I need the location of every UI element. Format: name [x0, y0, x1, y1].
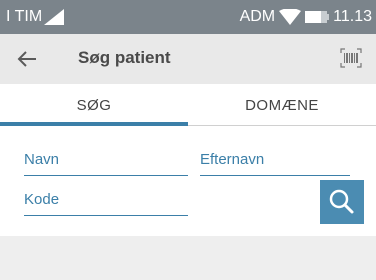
signal-icon	[44, 9, 64, 25]
status-right: ADM 11.13	[240, 8, 372, 26]
first-name-input[interactable]	[24, 146, 188, 172]
wifi-icon	[279, 9, 302, 25]
code-underline	[24, 215, 188, 216]
battery-icon	[305, 11, 330, 23]
page-title: Søg patient	[78, 48, 171, 67]
app-bar: Søg patient	[0, 34, 376, 84]
search-button[interactable]	[320, 180, 364, 224]
carrier-label: I TIM	[6, 8, 43, 25]
code-field	[24, 186, 188, 216]
barcode-scanner-icon[interactable]	[340, 48, 362, 68]
search-icon	[329, 189, 354, 214]
last-name-field	[200, 146, 350, 176]
first-name-underline	[24, 175, 188, 176]
operator-label: ADM	[239, 8, 276, 25]
time-label: 11.13	[333, 8, 372, 25]
code-input[interactable]	[24, 186, 188, 212]
first-name-field	[24, 146, 188, 176]
last-name-input[interactable]	[200, 146, 350, 172]
results-area	[0, 236, 376, 280]
last-name-underline	[200, 175, 350, 176]
arrow-left-icon[interactable]	[14, 46, 40, 72]
status-bar: I TIM ADM 11.13	[0, 0, 376, 34]
search-form	[8, 126, 368, 237]
